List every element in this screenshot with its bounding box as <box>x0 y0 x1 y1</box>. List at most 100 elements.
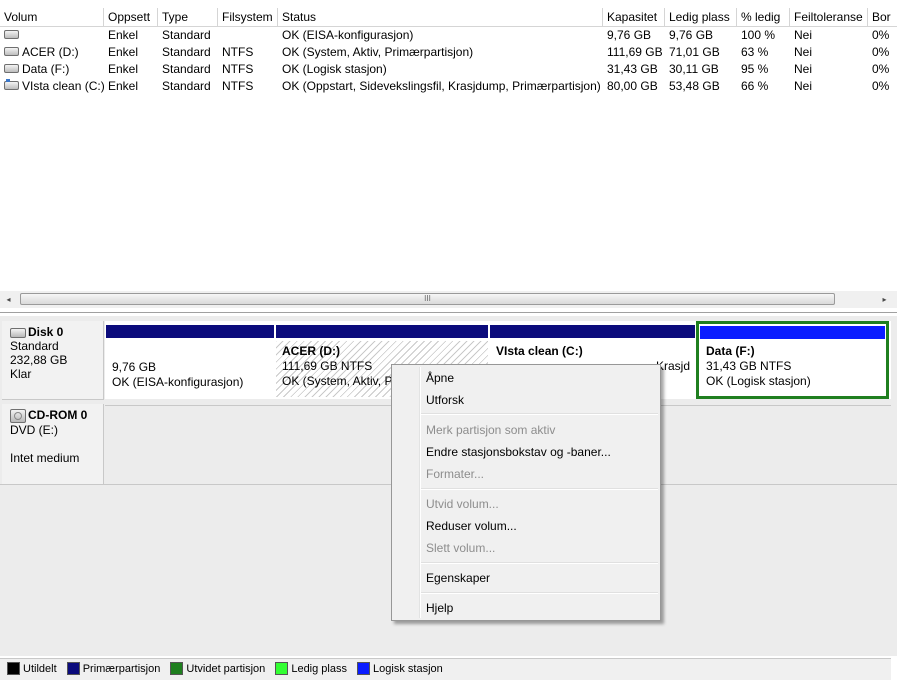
scroll-right-arrow-icon[interactable]: ▸ <box>876 291 893 308</box>
legend-extended: Utvidet partisjon <box>186 663 266 675</box>
menu-item-change-drive-letter[interactable]: Endre stasjonsbokstav og -baner... <box>426 442 611 462</box>
disk0-type: Standard <box>10 339 59 353</box>
primary-swatch <box>66 661 80 675</box>
menu-separator <box>421 413 658 415</box>
volume-name-cell: ACER (D:) <box>0 44 104 61</box>
primary-partition-bar <box>490 325 695 338</box>
layout-cell: Enkel <box>108 62 139 76</box>
overhead-cell: 0% <box>872 79 890 93</box>
fault-tolerance-cell: Nei <box>794 62 813 76</box>
legend-primary: Primærpartisjon <box>82 663 161 675</box>
overhead-cell: 0% <box>872 62 890 76</box>
cdrom-media: Intet medium <box>10 450 80 465</box>
cdrom-name: CD-ROM 0 <box>28 408 88 422</box>
overhead-cell: 0% <box>872 45 890 59</box>
status-cell: OK (EISA-konfigurasjon) <box>282 28 414 42</box>
volume-name-cell: Data (F:) <box>0 61 104 78</box>
col-header-percent-free[interactable]: % ledig <box>737 8 790 26</box>
partition-size: 31,43 GB NTFS <box>706 359 792 373</box>
capacity-cell: 9,76 GB <box>607 28 652 42</box>
capacity-cell: 80,00 GB <box>607 79 658 93</box>
status-cell: OK (Logisk stasjon) <box>282 62 387 76</box>
type-cell: Standard <box>162 28 211 42</box>
cd-drive-icon <box>10 408 26 423</box>
menu-item-help[interactable]: Hjelp <box>426 598 453 618</box>
col-header-fault-tolerance[interactable]: Feiltoleranse <box>790 8 868 26</box>
menu-item-shrink-volume[interactable]: Reduser volum... <box>426 516 517 536</box>
volume-list: Volum Oppsett Type Filsystem Status Kapa… <box>0 0 897 313</box>
disk0-size: 232,88 GB <box>10 353 68 367</box>
percent-free-cell: 66 % <box>741 79 769 93</box>
filesystem-cell: NTFS <box>222 62 254 76</box>
partition-data-selected[interactable]: Data (F:) 31,43 GB NTFS OK (Logisk stasj… <box>696 321 889 399</box>
menu-item-mark-active[interactable]: Merk partisjon som aktiv <box>426 420 555 440</box>
unallocated-swatch <box>7 661 20 675</box>
table-row[interactable]: ACER (D:) Enkel Standard NTFS OK (System… <box>0 44 897 61</box>
legend-logical-drive: Logisk stasjon <box>373 663 443 675</box>
col-header-capacity[interactable]: Kapasitet <box>603 8 665 26</box>
column-header: Volum Oppsett Type Filsystem Status Kapa… <box>0 8 897 27</box>
horizontal-scrollbar[interactable]: ◂ III ▸ <box>0 291 897 308</box>
col-header-free-space[interactable]: Ledig plass <box>665 8 737 26</box>
scroll-grip: III <box>424 294 431 303</box>
menu-item-explore[interactable]: Utforsk <box>426 390 464 410</box>
menu-item-properties[interactable]: Egenskaper <box>426 568 490 588</box>
scroll-thumb[interactable]: III <box>20 293 835 305</box>
logical-drive-bar <box>700 326 885 339</box>
primary-partition-bar <box>276 325 488 338</box>
free-space-cell: 53,48 GB <box>669 79 720 93</box>
menu-item-extend-volume[interactable]: Utvid volum... <box>426 494 499 514</box>
partition-status: OK (Logisk stasjon) <box>706 374 811 388</box>
layout-cell: Enkel <box>108 79 139 93</box>
fault-tolerance-cell: Nei <box>794 79 813 93</box>
volume-icon <box>4 30 19 40</box>
volume-name-cell: VIsta clean (C:) <box>0 78 104 95</box>
filesystem-cell: NTFS <box>222 45 254 59</box>
table-row[interactable]: Enkel Standard OK (EISA-konfigurasjon) 9… <box>0 27 897 44</box>
partition-eisa[interactable]: 9,76 GB OK (EISA-konfigurasjon) <box>105 321 275 399</box>
menu-separator <box>421 488 658 490</box>
overhead-cell: 0% <box>872 28 890 42</box>
table-row[interactable]: Data (F:) Enkel Standard NTFS OK (Logisk… <box>0 61 897 78</box>
free-space-cell: 30,11 GB <box>669 62 719 76</box>
col-header-filesystem[interactable]: Filsystem <box>218 8 278 26</box>
col-header-type[interactable]: Type <box>158 8 218 26</box>
partition-title: VIsta clean (C:) <box>496 344 583 358</box>
filesystem-cell: NTFS <box>222 79 254 93</box>
status-cell: OK (Oppstart, Sidevekslingsfil, Krasjdum… <box>282 79 601 93</box>
free-space-cell: 9,76 GB <box>669 28 714 42</box>
free-space-cell: 71,01 GB <box>669 45 720 59</box>
cdrom-label[interactable]: CD-ROM 0 DVD (E:) Intet medium <box>2 404 104 485</box>
disk0-state: Klar <box>10 367 32 381</box>
extended-swatch <box>170 661 184 675</box>
context-menu: Åpne Utforsk Merk partisjon som aktiv En… <box>391 364 661 621</box>
fault-tolerance-cell: Nei <box>794 28 813 42</box>
type-cell: Standard <box>162 62 211 76</box>
layout-cell: Enkel <box>108 28 139 42</box>
menu-item-format[interactable]: Formater... <box>426 464 484 484</box>
filesystem-cell <box>218 27 278 44</box>
percent-free-cell: 63 % <box>741 45 769 59</box>
table-row[interactable]: VIsta clean (C:) Enkel Standard NTFS OK … <box>0 78 897 95</box>
cdrom-drive: DVD (E:) <box>10 422 58 437</box>
percent-free-cell: 95 % <box>741 62 769 76</box>
volume-icon <box>4 47 19 57</box>
col-header-overhead[interactable]: Bor <box>868 8 897 26</box>
legend-free-space: Ledig plass <box>291 663 347 675</box>
partition-status: OK (EISA-konfigurasjon) <box>112 375 244 389</box>
disk0-label[interactable]: Disk 0 Standard 232,88 GB Klar <box>2 321 104 400</box>
logical-drive-swatch <box>357 661 371 675</box>
menu-item-open[interactable]: Åpne <box>426 368 454 388</box>
legend: Utildelt Primærpartisjon Utvidet partisj… <box>0 658 891 680</box>
partition-size: 9,76 GB <box>112 360 157 374</box>
scroll-left-arrow-icon[interactable]: ◂ <box>0 291 17 308</box>
system-volume-icon <box>4 79 19 91</box>
col-header-volume[interactable]: Volum <box>0 8 104 26</box>
percent-free-cell: 100 % <box>741 28 776 42</box>
col-header-layout[interactable]: Oppsett <box>104 8 158 26</box>
menu-item-delete-volume[interactable]: Slett volum... <box>426 538 495 558</box>
partition-title: Data (F:) <box>706 344 755 358</box>
col-header-status[interactable]: Status <box>278 8 603 26</box>
capacity-cell: 31,43 GB <box>607 62 658 76</box>
type-cell: Standard <box>162 45 211 59</box>
